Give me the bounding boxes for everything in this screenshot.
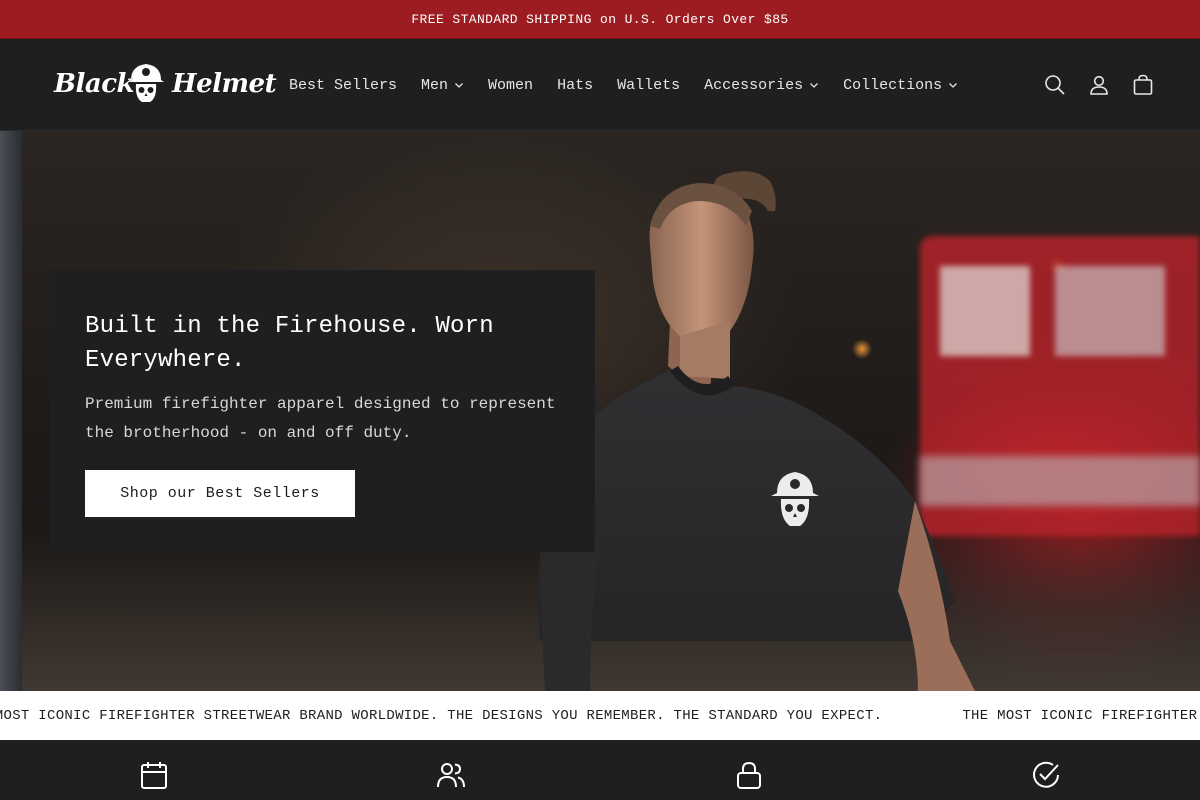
brand-name: Black Helmet bbox=[54, 69, 277, 99]
chevron-down-icon bbox=[810, 83, 819, 88]
check-circle-icon bbox=[1033, 761, 1059, 788]
announcement-bar: FREE STANDARD SHIPPING on U.S. Orders Ov… bbox=[0, 0, 1200, 39]
nav-accessories[interactable]: Accessories bbox=[692, 65, 831, 105]
brand-logo[interactable]: Black Helmet bbox=[54, 59, 277, 109]
marquee-banner: THE MOST ICONIC FIREFIGHTER STREETWEAR B… bbox=[0, 691, 1200, 740]
hero-subtitle: Premium firefighter apparel designed to … bbox=[85, 395, 556, 442]
hero-card: Built in the Firehouse. Worn Everywhere.… bbox=[50, 270, 595, 552]
marquee-text: THE MOST ICONIC FIREFIGHTER STREETWEAR B… bbox=[0, 707, 883, 724]
nav-best-sellers[interactable]: Best Sellers bbox=[277, 65, 409, 105]
chevron-down-icon bbox=[455, 83, 464, 88]
calendar-icon bbox=[141, 762, 167, 789]
search-icon[interactable] bbox=[1044, 74, 1066, 96]
lock-icon bbox=[737, 761, 761, 789]
main-nav: Best Sellers Men Women Hats Wallets Acce… bbox=[277, 39, 970, 131]
marquee-text: THE MOST ICONIC FIREFIGHTER STREETWEAR B… bbox=[962, 707, 1200, 724]
users-icon bbox=[437, 763, 465, 788]
account-icon[interactable] bbox=[1088, 74, 1110, 96]
features-strip bbox=[0, 740, 1200, 800]
chevron-down-icon bbox=[949, 83, 958, 88]
hero-door-post bbox=[0, 131, 22, 691]
nav-hats[interactable]: Hats bbox=[545, 65, 605, 105]
shop-best-sellers-button[interactable]: Shop our Best Sellers bbox=[85, 470, 355, 517]
hero-title: Built in the Firehouse. Worn Everywhere. bbox=[85, 313, 494, 374]
nav-collections[interactable]: Collections bbox=[831, 65, 970, 105]
nav-wallets[interactable]: Wallets bbox=[605, 65, 692, 105]
announcement-text: FREE STANDARD SHIPPING on U.S. Orders Ov… bbox=[411, 11, 789, 27]
nav-men[interactable]: Men bbox=[409, 65, 476, 105]
site-header: Black Helmet Best Sellers Men Women Hats … bbox=[0, 39, 1200, 131]
cart-icon[interactable] bbox=[1132, 74, 1154, 96]
header-actions bbox=[1044, 39, 1154, 131]
nav-women[interactable]: Women bbox=[476, 65, 545, 105]
marquee-track: THE MOST ICONIC FIREFIGHTER STREETWEAR B… bbox=[0, 691, 1200, 740]
hero-banner: Built in the Firehouse. Worn Everywhere.… bbox=[0, 131, 1200, 691]
